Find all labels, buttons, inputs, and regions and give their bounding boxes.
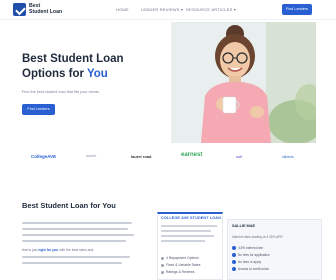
hero-title: Best Student Loan Options for You: [22, 52, 152, 82]
article-title: Best Student Loan for You: [22, 201, 116, 210]
partner-logo-sofi[interactable]: sofi: [236, 154, 242, 159]
article-text-line: [22, 256, 130, 258]
card-feature-item: 4 Repayment Options: [161, 256, 199, 260]
logo-line2: Student Loan: [29, 8, 63, 15]
sallie-mae-feature: 4.5% interest rate: [232, 246, 263, 251]
hero-title-line1: Best Student Loan: [22, 53, 124, 65]
sallie-mae-feature: Access to credit union: [232, 267, 270, 272]
partner-logo-citizens[interactable]: citizens: [282, 155, 294, 159]
article-text-line: [22, 262, 122, 264]
article-text-line: [22, 240, 126, 242]
article-text-line: [22, 234, 134, 236]
article-highlight-link[interactable]: right for you: [38, 248, 58, 252]
bullet-icon: [161, 256, 164, 260]
bullet-icon: [161, 263, 164, 267]
article-highlight-suffix: with the best rates and: [58, 248, 94, 252]
article-highlight-line: that is just right for you with the best…: [22, 248, 93, 252]
article-text-line: [22, 222, 132, 224]
college-ave-card-heading[interactable]: COLLEGE AVE STUDENT LOAN: [161, 216, 221, 220]
hero-find-lenders-button[interactable]: Find Lenders: [22, 104, 55, 115]
sallie-mae-feature-label: Access to credit union: [238, 267, 270, 271]
card-text-line: [161, 235, 214, 237]
header-find-lenders-button[interactable]: Find Lenders: [282, 4, 312, 15]
student-illustration: [171, 22, 316, 143]
sallie-mae-title[interactable]: SALLIE MAE: [232, 224, 255, 228]
hero-title-accent: You: [86, 68, 108, 80]
check-circle-icon: [232, 260, 236, 265]
sallie-mae-subtitle: Interest rates starting at 4.35% APR: [232, 235, 283, 239]
check-circle-icon: [232, 253, 236, 258]
card-feature-label: Fixed & Variable Rates: [166, 263, 201, 267]
partner-logo-collegeave[interactable]: CollegeAVE: [31, 154, 56, 159]
check-circle-icon: [232, 267, 236, 272]
logo-check-icon: [13, 3, 26, 16]
hero-title-prefix: Options for: [22, 68, 87, 80]
partner-logo-ascent[interactable]: ascent: [86, 154, 96, 158]
bullet-icon: [161, 270, 164, 274]
card-text-line: [161, 230, 211, 232]
nav-home[interactable]: HOME: [116, 7, 129, 12]
site-header: Best Student Loan HOME LENDER REVIEWS ▾ …: [0, 0, 336, 20]
sallie-mae-feature-label: No fees for application: [238, 253, 270, 257]
sallie-mae-feature: No fees for application: [232, 253, 270, 258]
partner-logo-earnest[interactable]: earnest: [181, 152, 202, 158]
check-circle-icon: [232, 246, 236, 251]
hero-student-photo: [171, 22, 316, 143]
card-feature-label: Ratings & Reviews: [166, 270, 195, 274]
card-feature-item: Ratings & Reviews: [161, 270, 194, 274]
card-text-line: [161, 240, 205, 242]
card-text-line: [161, 225, 217, 227]
sallie-mae-feature-label: 4.5% interest rate: [238, 246, 263, 250]
card-feature-item: Fixed & Variable Rates: [161, 263, 200, 267]
sallie-mae-feature: No fees to apply: [232, 260, 262, 265]
site-logo[interactable]: Best Student Loan: [13, 3, 62, 16]
hero-subtitle: Find the best student loan that fits you…: [22, 90, 100, 94]
card-feature-label: 4 Repayment Options: [166, 256, 199, 260]
sallie-mae-feature-label: No fees to apply: [238, 260, 262, 264]
logo-text: Best Student Loan: [29, 3, 63, 16]
article-highlight-prefix: that is just: [22, 248, 39, 252]
hero-title-line2: Options for You: [22, 67, 152, 82]
nav-lender-reviews[interactable]: LENDER REVIEWS ▾: [141, 7, 183, 12]
nav-resource-articles[interactable]: RESOURCE ARTICLES ▾: [186, 7, 236, 12]
article-text-line: [22, 228, 128, 230]
partner-logo-laurel-road[interactable]: laurel road: [131, 154, 151, 159]
